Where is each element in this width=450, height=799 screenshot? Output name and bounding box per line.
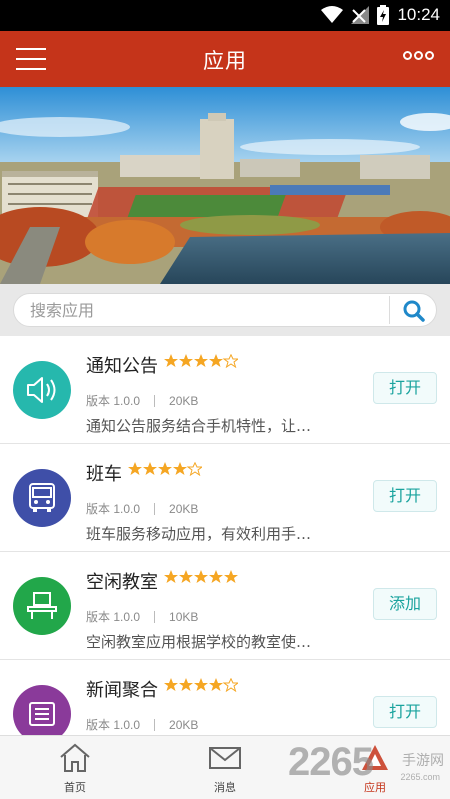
app-description: 空闲教室应用根据学校的教室使… <box>86 633 312 651</box>
app-name: 空闲教室 <box>86 572 158 593</box>
bottom-nav: 首页 消息 应用 <box>0 735 450 799</box>
list-item[interactable]: 班车 版本 1.0.0 20KB 班车服务移动应用，有效利用手… 打开 <box>0 444 450 552</box>
search-input[interactable] <box>30 294 380 326</box>
app-meta: 版本 1.0.0 20KB <box>86 500 198 517</box>
open-button[interactable]: 打开 <box>373 480 437 512</box>
app-version: 版本 1.0.0 <box>86 394 141 408</box>
rating-stars <box>164 678 238 692</box>
list-item[interactable]: 新闻聚合 版本 1.0.0 20KB 打开 <box>0 660 450 735</box>
page-title: 应用 <box>203 49 247 73</box>
app-size: 20KB <box>169 393 199 408</box>
app-version: 版本 1.0.0 <box>86 610 141 624</box>
app-size: 10KB <box>169 609 199 624</box>
status-icons: 10:24 <box>321 5 440 25</box>
wifi-icon <box>321 6 344 23</box>
app-version: 版本 1.0.0 <box>86 502 141 516</box>
app-bar: 应用 <box>0 31 450 87</box>
status-bar: 10:24 <box>0 0 450 31</box>
app-version: 版本 1.0.0 <box>86 718 141 732</box>
tab-home[interactable]: 首页 <box>0 736 150 799</box>
app-list: 通知公告 版本 1.0.0 20KB 通知公告服务结合手机特性，让… 打开 班车 … <box>0 336 450 735</box>
app-meta: 版本 1.0.0 20KB <box>86 716 198 733</box>
app-description: 通知公告服务结合手机特性，让… <box>86 417 312 435</box>
rating-stars <box>164 570 238 584</box>
speaker-icon <box>13 361 71 419</box>
rating-stars <box>128 462 202 476</box>
app-description: 班车服务移动应用，有效利用手… <box>86 525 312 543</box>
app-name: 新闻聚合 <box>86 680 158 701</box>
signal-icon <box>351 6 370 24</box>
apps-icon <box>362 745 388 770</box>
search-divider <box>389 296 390 324</box>
newspaper-icon <box>13 685 71 735</box>
status-time: 10:24 <box>397 5 440 24</box>
bus-icon <box>13 469 71 527</box>
app-size: 20KB <box>169 717 199 732</box>
home-icon <box>60 743 90 772</box>
tab-apps-label: 应用 <box>364 781 386 794</box>
list-item[interactable]: 空闲教室 版本 1.0.0 10KB 空闲教室应用根据学校的教室使… 添加 <box>0 552 450 660</box>
app-meta: 版本 1.0.0 20KB <box>86 392 198 409</box>
open-button[interactable]: 打开 <box>373 696 437 728</box>
tab-home-label: 首页 <box>64 781 86 794</box>
add-button[interactable]: 添加 <box>373 588 437 620</box>
rating-stars <box>164 354 238 368</box>
desk-icon <box>13 577 71 635</box>
app-meta: 版本 1.0.0 10KB <box>86 608 198 625</box>
tab-apps[interactable]: 应用 <box>300 736 450 799</box>
more-options-icon[interactable] <box>403 51 434 60</box>
search-bar <box>0 284 450 336</box>
list-item[interactable]: 通知公告 版本 1.0.0 20KB 通知公告服务结合手机特性，让… 打开 <box>0 336 450 444</box>
app-size: 20KB <box>169 501 199 516</box>
search-box <box>13 293 437 327</box>
app-name: 通知公告 <box>86 356 158 377</box>
mail-icon <box>209 747 241 769</box>
open-button[interactable]: 打开 <box>373 372 437 404</box>
tab-messages[interactable]: 消息 <box>150 736 300 799</box>
campus-banner-image <box>0 87 450 284</box>
tab-messages-label: 消息 <box>214 781 236 794</box>
app-name: 班车 <box>86 464 122 485</box>
search-icon[interactable] <box>397 297 431 325</box>
battery-icon <box>377 5 390 25</box>
